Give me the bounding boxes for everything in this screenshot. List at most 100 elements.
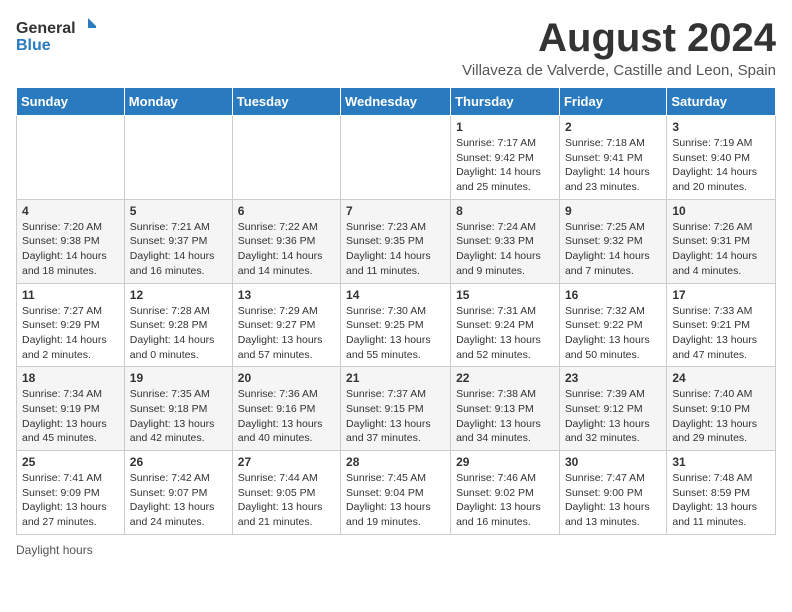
svg-text:Blue: Blue [16, 37, 51, 54]
calendar-week-5: 25 Sunrise: 7:41 AM Sunset: 9:09 PM Dayl… [17, 451, 776, 535]
sunset-text: Sunset: 9:04 PM [346, 487, 424, 499]
calendar-cell: 23 Sunrise: 7:39 AM Sunset: 9:12 PM Dayl… [559, 367, 666, 451]
sunset-text: Sunset: 9:29 PM [22, 319, 100, 331]
sunrise-text: Sunrise: 7:28 AM [130, 305, 210, 317]
day-number: 5 [130, 204, 227, 218]
cell-content: Sunrise: 7:25 AM Sunset: 9:32 PM Dayligh… [565, 220, 661, 279]
daylight-text: Daylight: 13 hours and 11 minutes. [672, 501, 757, 528]
sunset-text: Sunset: 9:05 PM [238, 487, 316, 499]
day-number: 20 [238, 371, 335, 385]
daylight-text: Daylight: 14 hours and 16 minutes. [130, 250, 215, 277]
daylight-text: Daylight: 13 hours and 40 minutes. [238, 418, 323, 445]
daylight-text: Daylight: 13 hours and 16 minutes. [456, 501, 541, 528]
day-number: 13 [238, 288, 335, 302]
cell-content: Sunrise: 7:24 AM Sunset: 9:33 PM Dayligh… [456, 220, 554, 279]
sunset-text: Sunset: 9:12 PM [565, 403, 643, 415]
sunrise-text: Sunrise: 7:42 AM [130, 472, 210, 484]
daylight-text: Daylight: 13 hours and 55 minutes. [346, 334, 431, 361]
cell-content: Sunrise: 7:22 AM Sunset: 9:36 PM Dayligh… [238, 220, 335, 279]
cell-content: Sunrise: 7:35 AM Sunset: 9:18 PM Dayligh… [130, 387, 227, 446]
sunset-text: Sunset: 9:37 PM [130, 235, 208, 247]
daylight-text: Daylight: 13 hours and 24 minutes. [130, 501, 215, 528]
calendar-cell: 22 Sunrise: 7:38 AM Sunset: 9:13 PM Dayl… [451, 367, 560, 451]
sunset-text: Sunset: 9:22 PM [565, 319, 643, 331]
calendar-week-2: 4 Sunrise: 7:20 AM Sunset: 9:38 PM Dayli… [17, 199, 776, 283]
day-number: 15 [456, 288, 554, 302]
calendar-cell: 24 Sunrise: 7:40 AM Sunset: 9:10 PM Dayl… [667, 367, 776, 451]
calendar-cell: 27 Sunrise: 7:44 AM Sunset: 9:05 PM Dayl… [232, 451, 340, 535]
page-header: General Blue August 2024 Villaveza de Va… [16, 16, 776, 79]
day-number: 9 [565, 204, 661, 218]
sunrise-text: Sunrise: 7:40 AM [672, 388, 752, 400]
day-number: 11 [22, 288, 119, 302]
day-number: 1 [456, 120, 554, 134]
calendar-cell: 19 Sunrise: 7:35 AM Sunset: 9:18 PM Dayl… [124, 367, 232, 451]
sunrise-text: Sunrise: 7:35 AM [130, 388, 210, 400]
sunset-text: Sunset: 9:18 PM [130, 403, 208, 415]
day-number: 16 [565, 288, 661, 302]
calendar-cell: 13 Sunrise: 7:29 AM Sunset: 9:27 PM Dayl… [232, 283, 340, 367]
calendar-cell: 17 Sunrise: 7:33 AM Sunset: 9:21 PM Dayl… [667, 283, 776, 367]
calendar-header-wednesday: Wednesday [341, 88, 451, 116]
calendar-cell: 26 Sunrise: 7:42 AM Sunset: 9:07 PM Dayl… [124, 451, 232, 535]
cell-content: Sunrise: 7:38 AM Sunset: 9:13 PM Dayligh… [456, 387, 554, 446]
svg-text:General: General [16, 20, 76, 37]
calendar-cell: 4 Sunrise: 7:20 AM Sunset: 9:38 PM Dayli… [17, 199, 125, 283]
sunset-text: Sunset: 9:27 PM [238, 319, 316, 331]
sunrise-text: Sunrise: 7:29 AM [238, 305, 318, 317]
sunset-text: Sunset: 9:41 PM [565, 152, 643, 164]
calendar-cell: 29 Sunrise: 7:46 AM Sunset: 9:02 PM Dayl… [451, 451, 560, 535]
cell-content: Sunrise: 7:45 AM Sunset: 9:04 PM Dayligh… [346, 471, 445, 530]
calendar-cell: 12 Sunrise: 7:28 AM Sunset: 9:28 PM Dayl… [124, 283, 232, 367]
sunset-text: Sunset: 9:24 PM [456, 319, 534, 331]
calendar-header-monday: Monday [124, 88, 232, 116]
day-number: 7 [346, 204, 445, 218]
calendar-header-row: SundayMondayTuesdayWednesdayThursdayFrid… [17, 88, 776, 116]
daylight-text: Daylight: 13 hours and 37 minutes. [346, 418, 431, 445]
daylight-text: Daylight: 13 hours and 13 minutes. [565, 501, 650, 528]
daylight-text: Daylight: 14 hours and 4 minutes. [672, 250, 757, 277]
daylight-text: Daylight: 14 hours and 9 minutes. [456, 250, 541, 277]
calendar-header-thursday: Thursday [451, 88, 560, 116]
calendar-cell: 15 Sunrise: 7:31 AM Sunset: 9:24 PM Dayl… [451, 283, 560, 367]
sunset-text: Sunset: 9:07 PM [130, 487, 208, 499]
daylight-text: Daylight: 14 hours and 25 minutes. [456, 166, 541, 193]
sunset-text: Sunset: 9:32 PM [565, 235, 643, 247]
calendar-week-3: 11 Sunrise: 7:27 AM Sunset: 9:29 PM Dayl… [17, 283, 776, 367]
calendar-cell: 5 Sunrise: 7:21 AM Sunset: 9:37 PM Dayli… [124, 199, 232, 283]
calendar-header-friday: Friday [559, 88, 666, 116]
cell-content: Sunrise: 7:34 AM Sunset: 9:19 PM Dayligh… [22, 387, 119, 446]
sunrise-text: Sunrise: 7:27 AM [22, 305, 102, 317]
month-title: August 2024 [462, 16, 776, 60]
cell-content: Sunrise: 7:30 AM Sunset: 9:25 PM Dayligh… [346, 304, 445, 363]
calendar-cell: 16 Sunrise: 7:32 AM Sunset: 9:22 PM Dayl… [559, 283, 666, 367]
sunset-text: Sunset: 9:16 PM [238, 403, 316, 415]
day-number: 8 [456, 204, 554, 218]
day-number: 29 [456, 455, 554, 469]
sunrise-text: Sunrise: 7:24 AM [456, 221, 536, 233]
sunset-text: Sunset: 9:15 PM [346, 403, 424, 415]
sunrise-text: Sunrise: 7:34 AM [22, 388, 102, 400]
calendar-cell: 7 Sunrise: 7:23 AM Sunset: 9:35 PM Dayli… [341, 199, 451, 283]
day-number: 22 [456, 371, 554, 385]
calendar-header-sunday: Sunday [17, 88, 125, 116]
day-number: 12 [130, 288, 227, 302]
daylight-text: Daylight: 13 hours and 21 minutes. [238, 501, 323, 528]
sunrise-text: Sunrise: 7:25 AM [565, 221, 645, 233]
sunset-text: Sunset: 9:40 PM [672, 152, 750, 164]
calendar-cell: 1 Sunrise: 7:17 AM Sunset: 9:42 PM Dayli… [451, 116, 560, 200]
calendar-cell: 6 Sunrise: 7:22 AM Sunset: 9:36 PM Dayli… [232, 199, 340, 283]
sunrise-text: Sunrise: 7:21 AM [130, 221, 210, 233]
cell-content: Sunrise: 7:42 AM Sunset: 9:07 PM Dayligh… [130, 471, 227, 530]
daylight-text: Daylight: 14 hours and 0 minutes. [130, 334, 215, 361]
sunset-text: Sunset: 9:09 PM [22, 487, 100, 499]
sunset-text: Sunset: 9:10 PM [672, 403, 750, 415]
daylight-text: Daylight: 13 hours and 19 minutes. [346, 501, 431, 528]
day-number: 2 [565, 120, 661, 134]
logo-svg: General Blue [16, 16, 96, 56]
cell-content: Sunrise: 7:33 AM Sunset: 9:21 PM Dayligh… [672, 304, 770, 363]
cell-content: Sunrise: 7:21 AM Sunset: 9:37 PM Dayligh… [130, 220, 227, 279]
sunrise-text: Sunrise: 7:39 AM [565, 388, 645, 400]
calendar-cell: 2 Sunrise: 7:18 AM Sunset: 9:41 PM Dayli… [559, 116, 666, 200]
day-number: 26 [130, 455, 227, 469]
